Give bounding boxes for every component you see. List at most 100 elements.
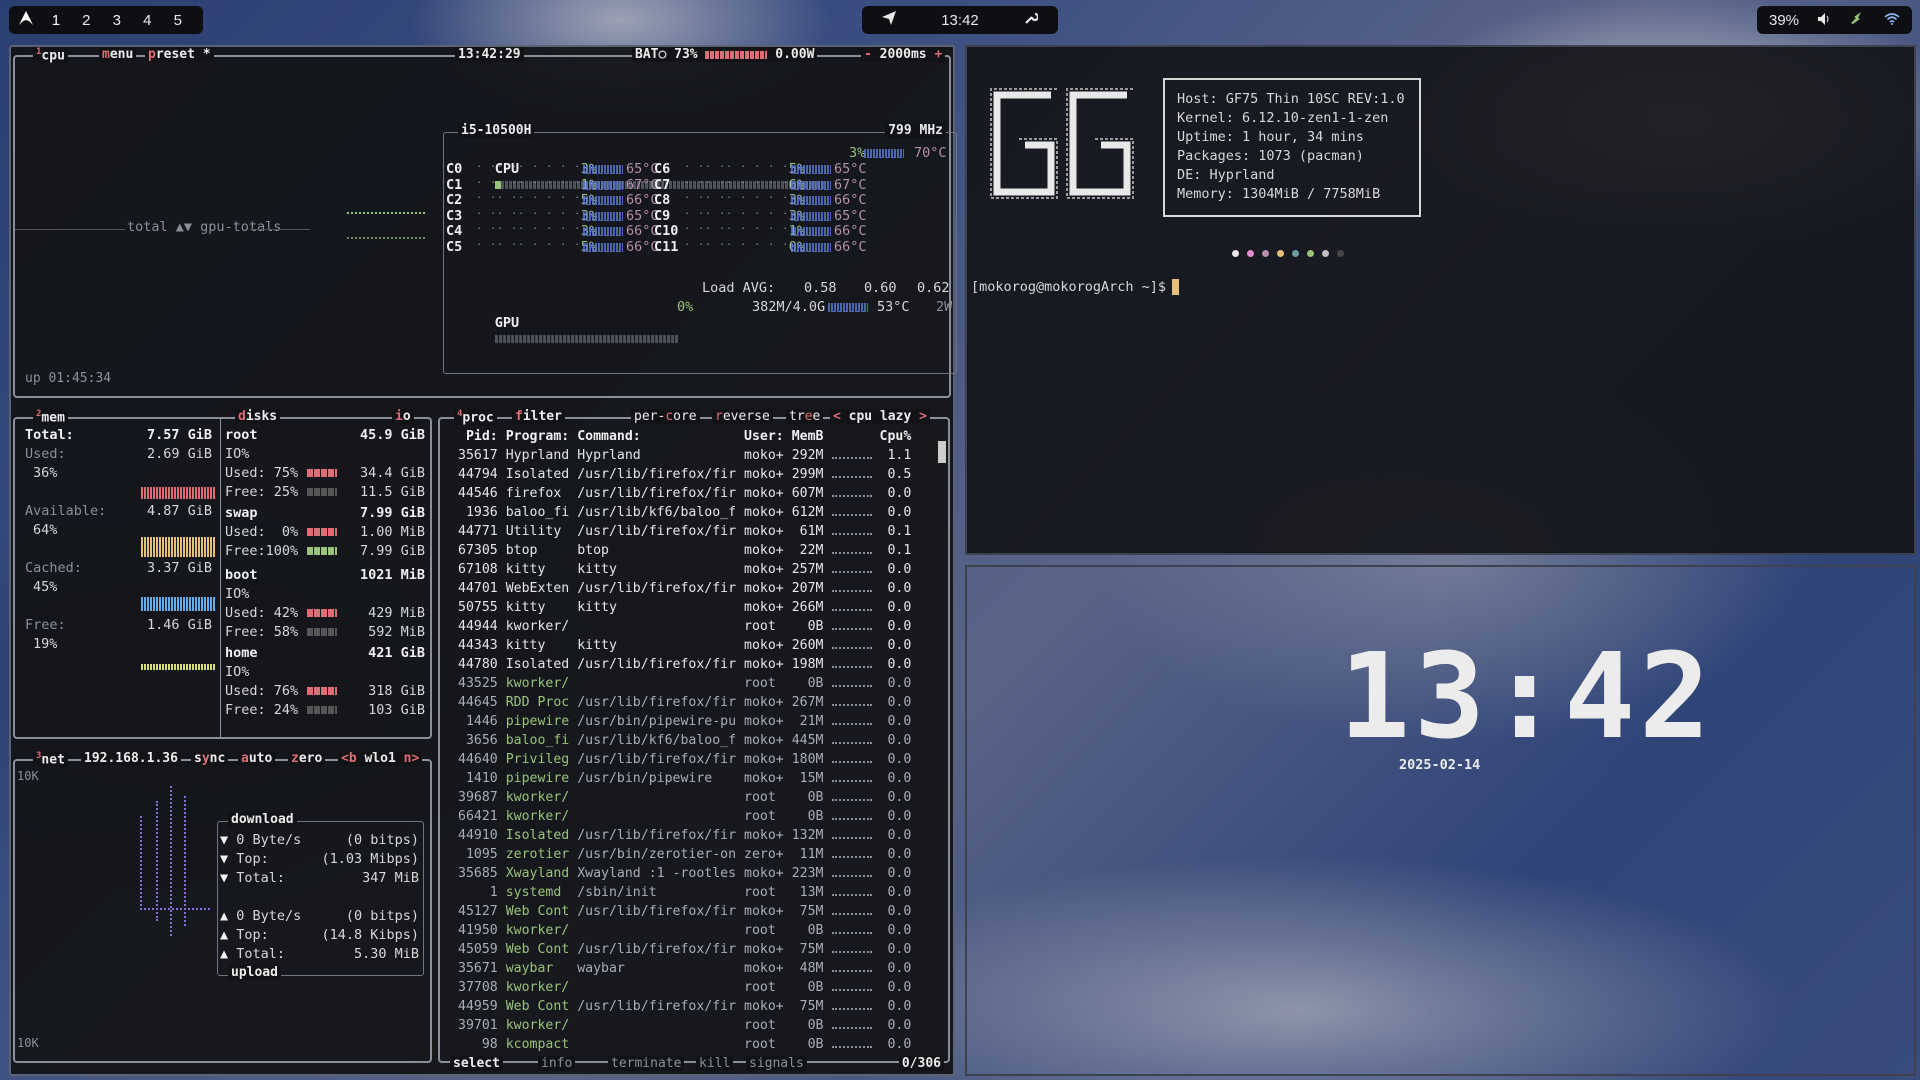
process-row[interactable]: 39687 kworker/root 0B 0.0 <box>454 788 915 807</box>
process-graph <box>828 503 876 522</box>
net-iface-switch[interactable]: <b wlo1 n> <box>338 751 423 766</box>
sort-selector[interactable]: < cpu lazy > <box>830 409 930 424</box>
workspace-2[interactable]: 2 <box>71 12 101 29</box>
reverse-toggle[interactable]: reverse <box>712 409 773 424</box>
workspace-1[interactable]: 1 <box>41 12 71 29</box>
process-row[interactable]: 1 systemd/sbin/init root 13M 0.0 <box>454 883 915 902</box>
process-row[interactable]: 67305 btop btop moko+ 22M 0.1 <box>454 541 915 560</box>
process-row[interactable]: 35685 Xwayland Xwayland :1 -rootles moko+ 22… <box>454 864 915 883</box>
signals-button[interactable]: signals <box>746 1056 807 1071</box>
col-user[interactable]: User: <box>740 427 788 446</box>
process-row[interactable]: 44343 kitty kitty moko+ 260M 0.0 <box>454 636 915 655</box>
workspace-bar: 1 2 3 4 5 <box>9 6 203 34</box>
process-row[interactable]: 41950 kworker/root 0B 0.0 <box>454 921 915 940</box>
process-row[interactable]: 44640 Privileg/usr/lib/firefox/fir moko+ 18… <box>454 750 915 769</box>
core-spark <box>791 227 831 237</box>
menu-button[interactable]: menu <box>99 47 137 62</box>
process-row[interactable]: 44645 RDD Proc/usr/lib/firefox/fir moko+ 26… <box>454 693 915 712</box>
battery-status: BAT○ 73% 0.00W <box>632 47 818 62</box>
disk-name[interactable]: boot <box>225 567 258 583</box>
dl-rate-row: ▼ 0 Byte/s <box>220 832 302 848</box>
process-row[interactable]: 50755 kitty kitty moko+ 266M 0.0 <box>454 598 915 617</box>
mem-box-title[interactable]: mem <box>41 410 64 425</box>
terminate-button[interactable]: terminate <box>608 1056 685 1071</box>
process-row[interactable]: 1095 zerotier/usr/bin/zerotier-on zero+ 11M… <box>454 845 915 864</box>
process-mem: 207M <box>791 581 824 596</box>
disk-name[interactable]: root <box>225 427 258 443</box>
process-program: waybar <box>505 961 554 976</box>
wrench-icon[interactable] <box>1024 11 1040 29</box>
disk-name[interactable]: home <box>225 645 258 661</box>
workspace-5[interactable]: 5 <box>163 12 193 29</box>
col-program[interactable]: Program: <box>502 427 574 446</box>
net-auto-toggle[interactable]: auto <box>238 751 276 766</box>
proc-scrollbar[interactable] <box>938 441 946 463</box>
col-mem[interactable]: MemB <box>788 427 828 446</box>
net-zero-toggle[interactable]: zero <box>288 751 326 766</box>
process-row[interactable]: 44959 Web Cont/usr/lib/firefox/fir moko+ 75… <box>454 997 915 1016</box>
process-row[interactable]: 3656 baloo_fi/usr/lib/kf6/baloo_f moko+ 445… <box>454 731 915 750</box>
cpu-box-title[interactable]: cpu <box>41 48 64 63</box>
process-user: moko+ <box>744 752 784 767</box>
io-toggle[interactable]: io <box>392 409 414 424</box>
process-row[interactable]: 37708 kworker/root 0B 0.0 <box>454 978 915 997</box>
process-row[interactable]: 35671 waybar waybar moko+ 48M 0.0 <box>454 959 915 978</box>
bar-clock[interactable]: 13:42 <box>941 12 979 29</box>
update-interval[interactable]: - 2000ms + <box>861 47 946 62</box>
process-row[interactable]: 39701 kworker/root 0B 0.0 <box>454 1016 915 1035</box>
process-table[interactable]: Pid: Program: Command: User: MemB Cpu% 3… <box>454 427 915 1054</box>
volume-icon[interactable] <box>1817 12 1831 29</box>
dl-total-label: Total: <box>236 870 286 886</box>
process-row[interactable]: 44794 Isolated/usr/lib/firefox/fir moko+ 29… <box>454 465 915 484</box>
battery-percent[interactable]: 39% <box>1769 12 1799 29</box>
arch-logo-icon[interactable] <box>19 10 41 30</box>
process-row[interactable]: 1410 pipewire/usr/bin/pipewire moko+ 15M 0.0 <box>454 769 915 788</box>
info-button[interactable]: info <box>538 1056 576 1071</box>
net-sync-toggle[interactable]: sync <box>191 751 229 766</box>
net-box-title[interactable]: net <box>41 752 64 767</box>
wifi-icon[interactable] <box>1884 12 1900 29</box>
proc-box-title[interactable]: proc <box>462 410 493 425</box>
process-row[interactable]: 44546 firefox/usr/lib/firefox/fir moko+ 607… <box>454 484 915 503</box>
process-row[interactable]: 98 kcompact root 0B 0.0 <box>454 1035 915 1054</box>
process-user: moko+ <box>744 486 784 501</box>
workspace-3[interactable]: 3 <box>102 12 132 29</box>
disk-name[interactable]: swap <box>225 505 258 521</box>
process-row[interactable]: 44910 Isolated/usr/lib/firefox/fir moko+ 13… <box>454 826 915 845</box>
shell-prompt[interactable]: [mokorog@mokorogArch ~]$ <box>971 279 1180 295</box>
process-row[interactable]: 1936 baloo_fi/usr/lib/kf6/baloo_f moko+ 612… <box>454 503 915 522</box>
process-row[interactable]: 43525 kworker/root 0B 0.0 <box>454 674 915 693</box>
select-button[interactable]: select <box>450 1056 503 1071</box>
process-row[interactable]: 44780 Isolated/usr/lib/firefox/fir moko+ 19… <box>454 655 915 674</box>
filter-button[interactable]: filter <box>512 409 565 424</box>
process-row[interactable]: 35617 Hyprland Hyprland moko+ 292M 1.1 <box>454 446 915 465</box>
palette-dot <box>1247 250 1254 257</box>
send-icon[interactable] <box>882 11 896 29</box>
process-program: Web Cont <box>505 904 570 919</box>
tree-toggle[interactable]: tree <box>786 409 824 424</box>
process-row[interactable]: 45059 Web Cont/usr/lib/firefox/fir moko+ 75… <box>454 940 915 959</box>
per-core-toggle[interactable]: per-core <box>631 409 700 424</box>
disks-title[interactable]: disks <box>235 409 281 424</box>
workspace-4[interactable]: 4 <box>132 12 162 29</box>
process-row[interactable]: 45127 Web Cont/usr/lib/firefox/fir moko+ 75… <box>454 902 915 921</box>
process-row[interactable]: 44701 WebExten/usr/lib/firefox/fir moko+ 20… <box>454 579 915 598</box>
col-pid[interactable]: Pid: <box>454 427 502 446</box>
charging-icon[interactable] <box>1849 11 1865 29</box>
process-command: /usr/lib/firefox/fir <box>577 657 737 672</box>
fastfetch-terminal[interactable]: Host: GF75 Thin 10SC REV:1.0 Kernel: 6.1… <box>965 45 1916 555</box>
col-cpu[interactable]: Cpu% <box>876 427 916 446</box>
kill-button[interactable]: kill <box>696 1056 734 1071</box>
preset-button[interactable]: preset * <box>145 47 214 62</box>
process-user: moko+ <box>744 942 784 957</box>
col-command[interactable]: Command: <box>573 427 740 446</box>
process-row[interactable]: 1446 pipewire/usr/bin/pipewire-pu moko+ 21M… <box>454 712 915 731</box>
process-row[interactable]: 67108 kitty kitty moko+ 257M 0.0 <box>454 560 915 579</box>
core-name: C7 <box>654 176 671 193</box>
process-row[interactable]: 44771 Utility/usr/lib/firefox/fir moko+ 61M… <box>454 522 915 541</box>
process-pid: 1446 <box>465 714 498 729</box>
process-mem: 13M <box>799 885 824 900</box>
core-spark <box>791 196 831 206</box>
process-row[interactable]: 66421 kworker/root 0B 0.0 <box>454 807 915 826</box>
process-row[interactable]: 44944 kworker/root 0B 0.0 <box>454 617 915 636</box>
